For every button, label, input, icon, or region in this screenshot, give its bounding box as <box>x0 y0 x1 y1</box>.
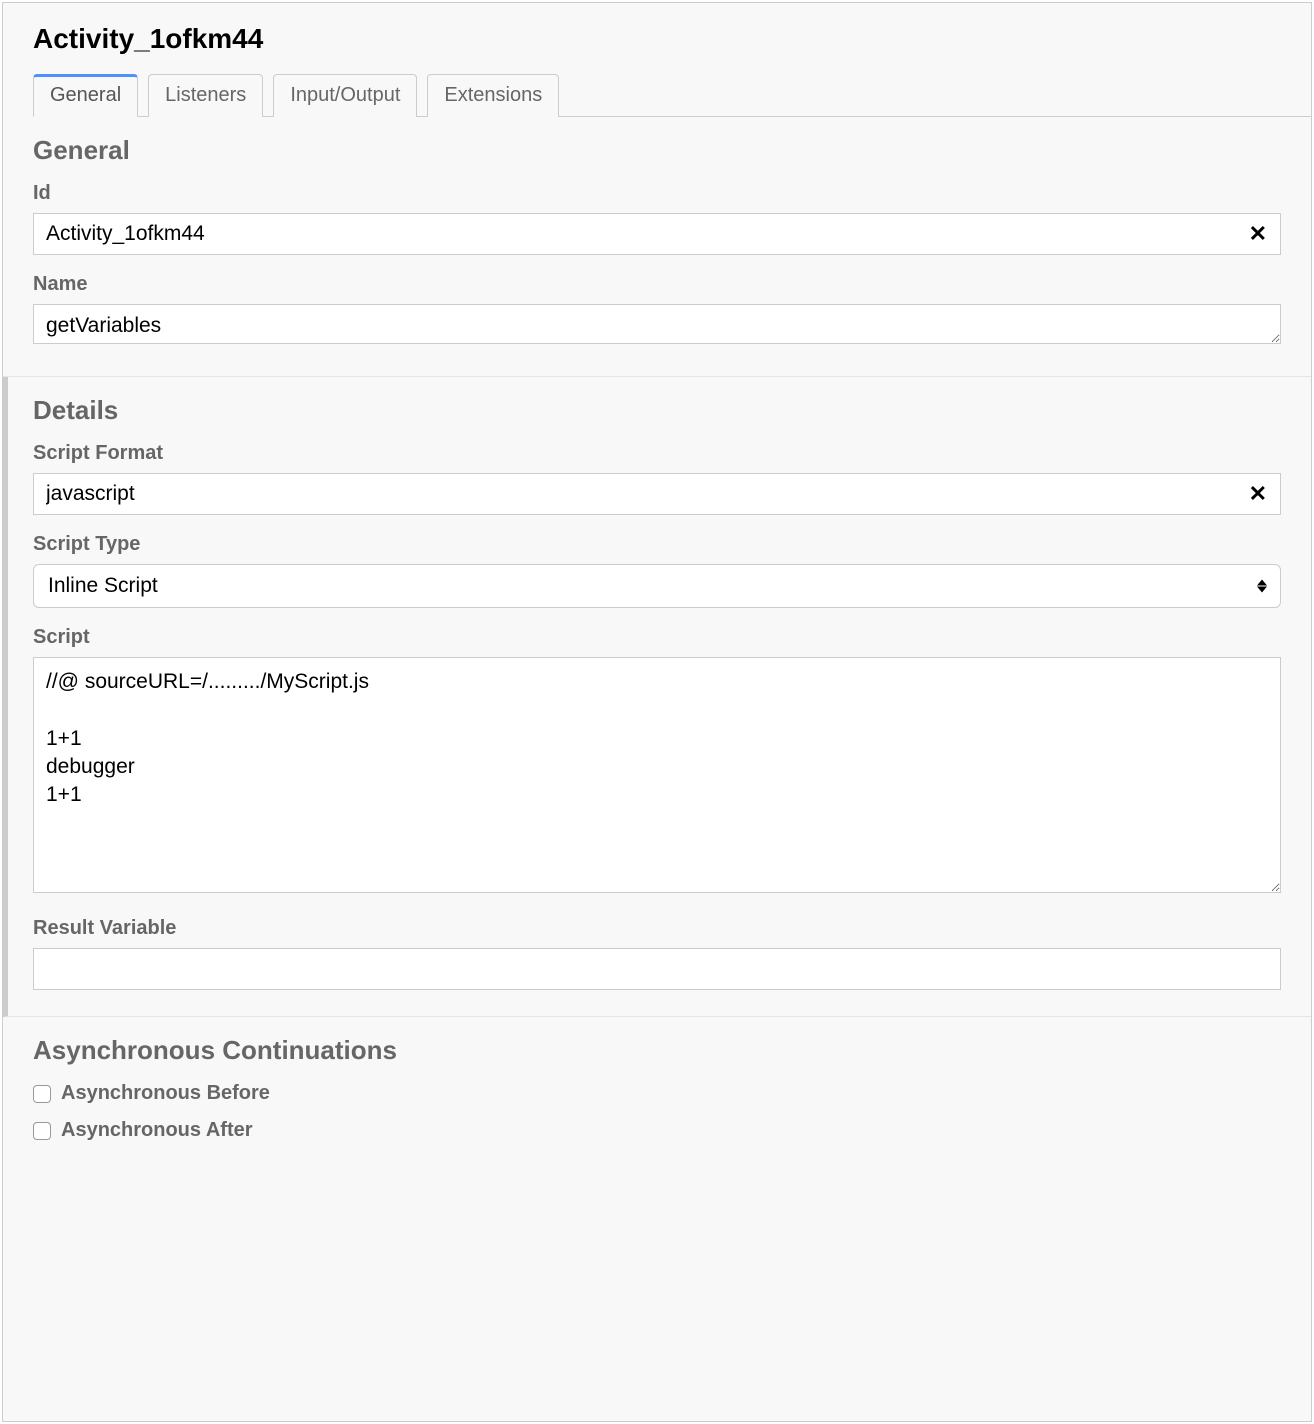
section-async-heading: Asynchronous Continuations <box>33 1035 1281 1066</box>
id-label: Id <box>33 182 1281 205</box>
result-variable-input[interactable] <box>33 948 1281 990</box>
script-label: Script <box>33 626 1281 649</box>
tabs: General Listeners Input/Output Extension… <box>33 73 1311 117</box>
name-input[interactable] <box>33 304 1281 344</box>
async-after-label: Asynchronous After <box>61 1119 253 1142</box>
field-script-format: Script Format ✕ <box>33 442 1281 515</box>
script-format-label: Script Format <box>33 442 1281 465</box>
close-icon: ✕ <box>1249 481 1267 506</box>
section-general-heading: General <box>33 135 1281 166</box>
script-type-label: Script Type <box>33 533 1281 556</box>
field-id: Id ✕ <box>33 182 1281 255</box>
name-label: Name <box>33 273 1281 296</box>
script-format-input[interactable] <box>33 473 1281 515</box>
tab-input-output[interactable]: Input/Output <box>273 74 417 117</box>
section-details-heading: Details <box>33 395 1281 426</box>
id-input-wrap: ✕ <box>33 213 1281 255</box>
panel-header: Activity_1ofkm44 General Listeners Input… <box>3 3 1311 117</box>
id-input[interactable] <box>33 213 1281 255</box>
field-script: Script <box>33 626 1281 899</box>
script-input[interactable] <box>33 657 1281 893</box>
async-after-checkbox[interactable] <box>33 1122 51 1140</box>
field-name: Name <box>33 273 1281 350</box>
tab-general[interactable]: General <box>33 74 138 117</box>
section-details: Details Script Format ✕ Script Type Inli… <box>3 377 1311 1017</box>
section-async: Asynchronous Continuations Asynchronous … <box>3 1017 1311 1168</box>
script-format-wrap: ✕ <box>33 473 1281 515</box>
section-general: General Id ✕ Name <box>3 117 1311 377</box>
properties-panel: Activity_1ofkm44 General Listeners Input… <box>2 2 1312 1422</box>
script-type-select[interactable]: Inline Script <box>33 564 1281 608</box>
script-type-wrap: Inline Script <box>33 564 1281 608</box>
id-clear-button[interactable]: ✕ <box>1245 219 1271 249</box>
tab-listeners[interactable]: Listeners <box>148 74 263 117</box>
result-variable-label: Result Variable <box>33 917 1281 940</box>
element-title: Activity_1ofkm44 <box>33 23 1281 55</box>
close-icon: ✕ <box>1249 221 1267 246</box>
async-before-checkbox[interactable] <box>33 1085 51 1103</box>
field-async-after: Asynchronous After <box>33 1119 1281 1142</box>
field-script-type: Script Type Inline Script <box>33 533 1281 608</box>
tab-extensions[interactable]: Extensions <box>427 74 559 117</box>
async-before-label: Asynchronous Before <box>61 1082 270 1105</box>
field-result-variable: Result Variable <box>33 917 1281 990</box>
script-format-clear-button[interactable]: ✕ <box>1245 479 1271 509</box>
field-async-before: Asynchronous Before <box>33 1082 1281 1105</box>
